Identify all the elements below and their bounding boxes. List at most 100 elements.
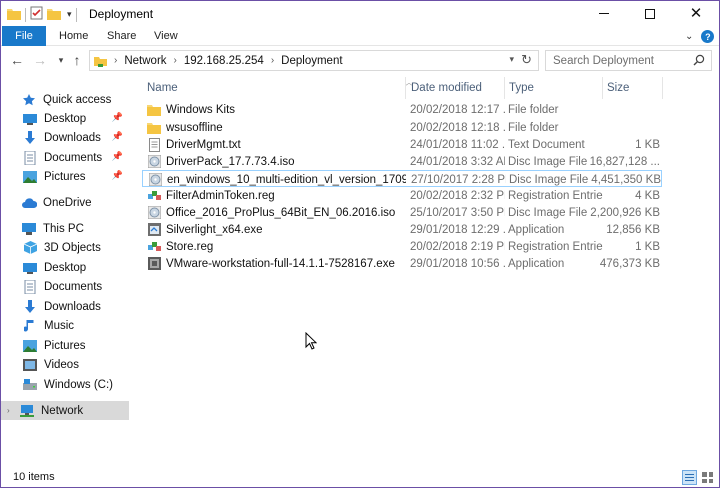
table-row[interactable]: DriverPack_17.7.73.4.iso 24/01/2018 3:32… bbox=[142, 153, 662, 170]
column-divider[interactable] bbox=[405, 77, 406, 99]
column-header-date[interactable]: Date modified bbox=[411, 77, 506, 99]
tab-home[interactable]: Home bbox=[59, 26, 88, 46]
file-name: VMware-workstation-full-14.1.1-7528167.e… bbox=[166, 257, 395, 270]
back-button[interactable]: ← bbox=[9, 51, 25, 69]
refresh-icon[interactable]: ↻ bbox=[521, 52, 532, 68]
sidebar-item-label: Videos bbox=[44, 358, 79, 371]
sidebar-item-network[interactable]: › Network bbox=[1, 401, 129, 420]
pin-icon[interactable]: 📌 bbox=[112, 151, 123, 162]
column-header-size[interactable]: Size bbox=[607, 77, 667, 99]
breadcrumb-separator-icon: › bbox=[114, 55, 118, 66]
close-button[interactable]: ✕ bbox=[673, 1, 719, 26]
table-row[interactable]: FilterAdminToken.reg 20/02/2018 2:32 PM … bbox=[142, 187, 662, 204]
sidebar-item-desktop-pc[interactable]: Desktop bbox=[1, 258, 129, 277]
help-icon[interactable]: ? bbox=[701, 30, 715, 43]
table-row[interactable]: DriverMgmt.txt 24/01/2018 11:02 ... Text… bbox=[142, 136, 662, 153]
file-size bbox=[572, 119, 660, 136]
forward-button[interactable]: → bbox=[32, 51, 48, 69]
address-dropdown-icon[interactable]: ▾ bbox=[509, 54, 514, 65]
sidebar-item-label: Music bbox=[44, 319, 75, 332]
file-date: 24/01/2018 11:02 ... bbox=[410, 138, 505, 151]
navigation-pane: Quick access Desktop 📌 Downloads 📌 Docum… bbox=[1, 77, 131, 467]
sidebar-item-music[interactable]: Music bbox=[1, 316, 129, 335]
sidebar-item-pictures[interactable]: Pictures 📌 bbox=[1, 167, 129, 186]
minimize-button[interactable] bbox=[581, 1, 627, 26]
tab-file[interactable]: File bbox=[2, 26, 46, 46]
table-row[interactable]: Windows Kits 20/02/2018 12:17 ... File f… bbox=[142, 101, 662, 118]
window-title: Deployment bbox=[89, 7, 154, 21]
desktop-icon bbox=[22, 111, 38, 127]
sidebar-item-label: Network bbox=[41, 404, 84, 417]
table-row[interactable]: Store.reg 20/02/2018 2:19 PM Registratio… bbox=[142, 238, 662, 255]
table-row[interactable]: en_windows_10_multi-edition_vl_version_1… bbox=[142, 170, 662, 187]
sidebar-item-onedrive[interactable]: OneDrive bbox=[1, 193, 129, 212]
explorer-window: ▾ Deployment ✕ File Home Share View ⌄ ? … bbox=[0, 0, 720, 488]
file-name: Office_2016_ProPlus_64Bit_EN_06.2016.iso bbox=[166, 206, 396, 219]
breadcrumb-separator-icon[interactable]: › bbox=[271, 55, 274, 66]
sidebar-item-quick-access[interactable]: Quick access bbox=[1, 90, 129, 109]
sidebar-item-documents[interactable]: Documents 📌 bbox=[1, 148, 129, 167]
up-button[interactable]: ↑ bbox=[69, 51, 85, 69]
search-icon bbox=[693, 54, 705, 66]
file-name: Store.reg bbox=[166, 240, 214, 253]
properties-icon[interactable] bbox=[30, 6, 43, 23]
quick-access-toolbar: ▾ bbox=[7, 6, 77, 23]
breadcrumb-host[interactable]: 192.168.25.254 bbox=[184, 55, 264, 67]
music-note-icon bbox=[22, 318, 38, 334]
file-date: 20/02/2018 12:18 ... bbox=[410, 121, 505, 134]
customize-toolbar-icon[interactable]: ▾ bbox=[67, 9, 72, 20]
file-date: 25/10/2017 3:50 PM bbox=[410, 206, 505, 219]
details-view-icon[interactable] bbox=[682, 470, 697, 485]
column-divider[interactable] bbox=[602, 77, 603, 99]
table-row[interactable]: Silverlight_x64.exe 29/01/2018 12:29 ...… bbox=[142, 221, 662, 238]
sidebar-item-pictures-pc[interactable]: Pictures bbox=[1, 336, 129, 355]
large-icons-view-icon[interactable] bbox=[700, 470, 715, 485]
file-size: 12,856 KB bbox=[606, 223, 660, 236]
table-row[interactable]: Office_2016_ProPlus_64Bit_EN_06.2016.iso… bbox=[142, 204, 662, 221]
expand-ribbon-icon[interactable]: ⌄ bbox=[685, 31, 693, 42]
tab-share[interactable]: Share bbox=[107, 26, 136, 46]
title-bar: ▾ Deployment ✕ bbox=[1, 1, 719, 26]
status-bar: 10 items bbox=[1, 467, 719, 487]
disc-image-icon bbox=[148, 173, 162, 187]
file-size: 4 KB bbox=[635, 189, 660, 202]
breadcrumb-deployment[interactable]: Deployment bbox=[281, 55, 342, 67]
table-row[interactable]: VMware-workstation-full-14.1.1-7528167.e… bbox=[142, 255, 662, 272]
desktop-icon bbox=[22, 260, 38, 276]
pin-icon[interactable]: 📌 bbox=[112, 131, 123, 142]
table-row[interactable]: wsusoffline 20/02/2018 12:18 ... File fo… bbox=[142, 119, 662, 136]
disc-image-icon bbox=[147, 206, 161, 220]
expand-caret-icon[interactable]: › bbox=[7, 406, 10, 415]
sidebar-item-3d-objects[interactable]: 3D Objects bbox=[1, 238, 129, 257]
sidebar-item-downloads[interactable]: Downloads 📌 bbox=[1, 128, 129, 147]
sidebar-item-videos[interactable]: Videos bbox=[1, 355, 129, 374]
download-arrow-icon bbox=[22, 299, 38, 315]
sidebar-item-documents-pc[interactable]: Documents bbox=[1, 277, 129, 296]
column-header-type[interactable]: Type bbox=[509, 77, 604, 99]
video-icon bbox=[22, 357, 38, 373]
sidebar-item-label: Documents bbox=[44, 151, 103, 164]
sidebar-item-downloads-pc[interactable]: Downloads bbox=[1, 297, 129, 316]
breadcrumb-network[interactable]: Network bbox=[124, 55, 166, 67]
tab-view[interactable]: View bbox=[154, 26, 178, 46]
pin-icon[interactable]: 📌 bbox=[112, 112, 123, 123]
recent-locations-icon[interactable]: ▾ bbox=[53, 51, 69, 69]
sidebar-item-label: Documents bbox=[44, 280, 103, 293]
address-bar[interactable]: › Network › 192.168.25.254 › Deployment … bbox=[89, 50, 539, 71]
sidebar-item-windows-c[interactable]: Windows (C:) bbox=[1, 375, 129, 394]
sidebar-item-desktop[interactable]: Desktop 📌 bbox=[1, 109, 129, 128]
drive-icon bbox=[22, 377, 38, 393]
column-header-name[interactable]: Name bbox=[147, 77, 405, 99]
column-divider[interactable] bbox=[504, 77, 505, 99]
registry-icon bbox=[147, 240, 161, 254]
sidebar-item-this-pc[interactable]: This PC bbox=[1, 219, 129, 238]
sidebar-item-label: Windows (C:) bbox=[44, 378, 114, 391]
pin-icon[interactable]: 📌 bbox=[112, 170, 123, 181]
maximize-button[interactable] bbox=[627, 1, 673, 26]
ribbon-tabs: File Home Share View ⌄ ? bbox=[1, 26, 719, 46]
new-folder-icon[interactable] bbox=[47, 7, 61, 23]
breadcrumb-separator-icon[interactable]: › bbox=[174, 55, 177, 66]
column-divider[interactable] bbox=[662, 77, 663, 99]
search-input[interactable]: Search Deployment bbox=[545, 50, 712, 71]
sidebar-item-label: Pictures bbox=[44, 170, 86, 183]
